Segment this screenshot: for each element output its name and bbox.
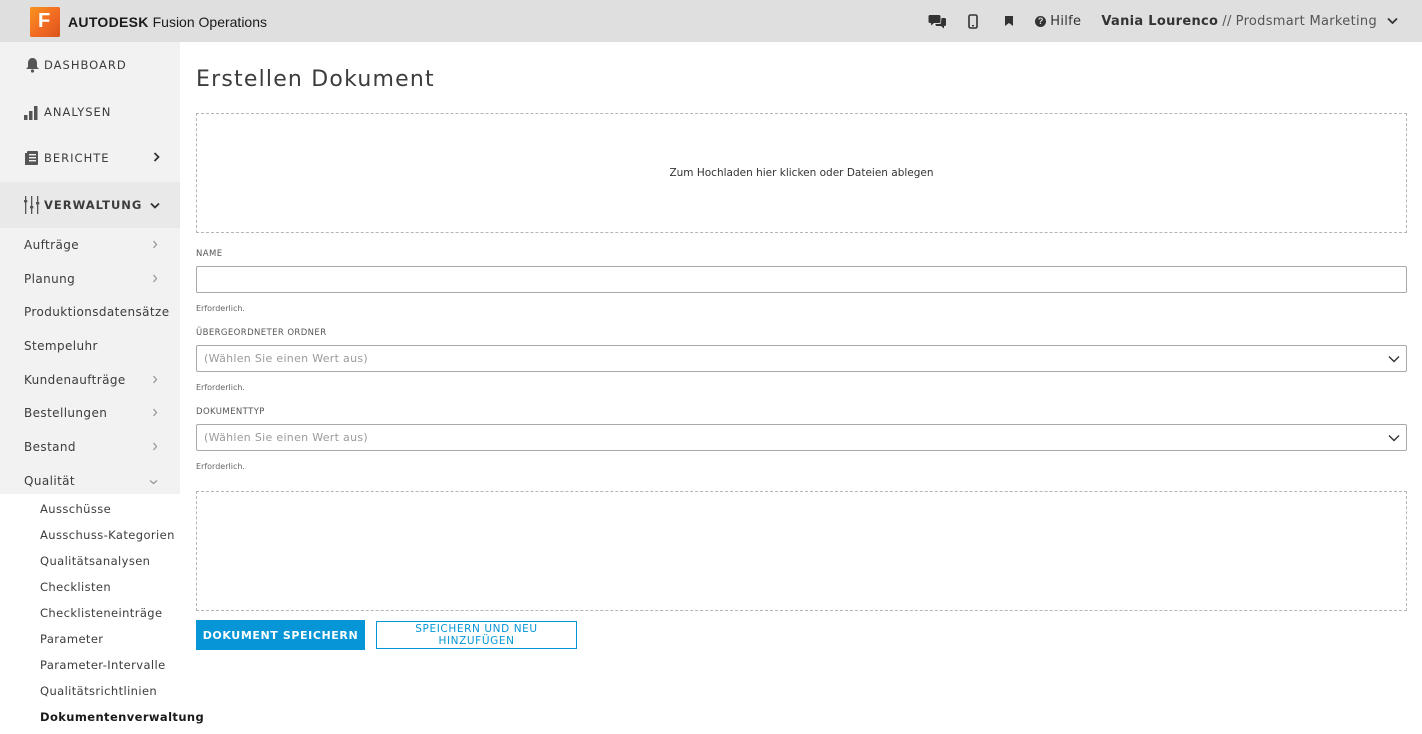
sidebar-item-label: Stempeluhr	[24, 338, 98, 353]
form-actions: DOKUMENT SPEICHERN SPEICHERN UND NEU HIN…	[196, 620, 1407, 650]
document-type-select[interactable]: (Wählen Sie einen Wert aus)	[196, 424, 1407, 451]
sidebar-item-label: Bestellungen	[24, 406, 108, 421]
sidebar-item-label: Kundenaufträge	[24, 372, 126, 387]
sidebar-item-label: Bestand	[24, 439, 76, 454]
parent-folder-label: ÜBERGEORDNETER ORDNER	[196, 328, 327, 338]
report-icon	[24, 149, 40, 167]
sidebar-item-qualitaetsanalysen[interactable]: Qualitätsanalysen	[0, 548, 180, 574]
sidebar-item-berichte[interactable]: BERICHTE	[0, 135, 180, 182]
sidebar: DASHBOARD ANALYSEN BERICHTE VERWALTUNG A…	[0, 42, 204, 734]
sidebar-item-bestand[interactable]: Bestand	[0, 430, 180, 464]
document-type-required-hint: Erforderlich.	[196, 462, 245, 471]
sidebar-item-planung[interactable]: Planung	[0, 262, 180, 296]
chevron-right-icon	[152, 373, 158, 387]
sidebar-item-stempeluhr[interactable]: Stempeluhr	[0, 329, 180, 363]
save-document-button[interactable]: DOKUMENT SPEICHERN	[196, 620, 365, 650]
upload-instructions: Zum Hochladen hier klicken oder Dateien …	[669, 167, 934, 179]
sidebar-item-analysen[interactable]: ANALYSEN	[0, 89, 180, 136]
help-icon: ?	[1035, 15, 1047, 27]
user-name: Vania Lourenco	[1101, 13, 1219, 29]
name-label: NAME	[196, 249, 223, 259]
sidebar-item-label: Produktionsdatensätze	[24, 305, 170, 320]
chevron-down-icon	[1388, 432, 1400, 445]
user-menu[interactable]: Vania Lourenco // Prodsmart Marketing	[1101, 14, 1398, 29]
brand-name: AUTODESK	[68, 14, 149, 30]
sidebar-item-label: Planung	[24, 271, 76, 286]
sidebar-item-qualitaetsrichtlinien[interactable]: Qualitätsrichtlinien	[0, 678, 180, 704]
sidebar-item-produktionsdatensaetze[interactable]: Produktionsdatensätze	[0, 295, 180, 329]
bell-icon	[24, 56, 40, 74]
sidebar-item-ausschuss-kategorien[interactable]: Ausschuss-Kategorien	[0, 522, 180, 548]
chevron-right-icon	[152, 440, 158, 454]
product-name: Fusion Operations	[152, 14, 268, 30]
fusion-logo-icon: F	[30, 7, 60, 37]
chevron-down-icon	[150, 198, 160, 212]
help-link[interactable]: ? Hilfe	[1035, 14, 1081, 29]
file-upload-dropzone[interactable]: Zum Hochladen hier klicken oder Dateien …	[196, 113, 1407, 233]
sidebar-item-auftraege[interactable]: Aufträge	[0, 228, 180, 262]
save-and-add-new-button[interactable]: SPEICHERN UND NEU HINZUFÜGEN	[376, 621, 577, 649]
sidebar-item-qualitaet[interactable]: Qualität	[0, 464, 180, 498]
sidebar-item-bestellungen[interactable]: Bestellungen	[0, 396, 180, 430]
chat-icon[interactable]	[927, 11, 947, 31]
sidebar-item-parameter[interactable]: Parameter	[0, 626, 180, 652]
sidebar-item-dokumentenverwaltung[interactable]: Dokumentenverwaltung	[0, 704, 204, 730]
sidebar-item-label: Qualität	[24, 473, 76, 488]
chevron-right-icon	[153, 151, 160, 165]
sidebar-item-checklisteneintraege[interactable]: Checklisteneinträge	[0, 600, 180, 626]
user-separator: //	[1222, 13, 1232, 29]
sidebar-item-label: VERWALTUNG	[44, 197, 143, 212]
sidebar-item-ausschuesse[interactable]: Ausschüsse	[0, 496, 180, 522]
sidebar-item-kundenauftraege[interactable]: Kundenaufträge	[0, 363, 180, 397]
chevron-down-icon	[1387, 17, 1398, 25]
document-preview-area	[196, 491, 1407, 611]
sliders-icon	[24, 195, 40, 214]
page-title: Erstellen Dokument	[196, 67, 435, 92]
top-bar: F AUTODESK Fusion Operations ? Hilfe Van…	[0, 0, 1422, 42]
sidebar-item-checklisten[interactable]: Checklisten	[0, 574, 180, 600]
document-type-label: DOKUMENTTYP	[196, 407, 265, 417]
chevron-right-icon	[152, 406, 158, 420]
app-title: AUTODESK Fusion Operations	[68, 14, 267, 30]
topbar-actions: ? Hilfe Vania Lourenco // Prodsmart Mark…	[927, 0, 1398, 42]
document-type-placeholder: (Wählen Sie einen Wert aus)	[204, 431, 368, 444]
chevron-down-icon	[1388, 353, 1400, 366]
main-content: Erstellen Dokument Zum Hochladen hier kl…	[196, 42, 1407, 650]
bookmark-icon[interactable]	[999, 11, 1019, 31]
mobile-icon[interactable]	[963, 11, 983, 31]
help-label: Hilfe	[1050, 13, 1082, 29]
parent-folder-select[interactable]: (Wählen Sie einen Wert aus)	[196, 345, 1407, 372]
sidebar-item-label: Aufträge	[24, 237, 80, 252]
sidebar-nav: DASHBOARD ANALYSEN BERICHTE VERWALTUNG A…	[0, 42, 180, 494]
chevron-right-icon	[152, 272, 158, 286]
sidebar-item-label: BERICHTE	[44, 151, 110, 166]
sidebar-item-label: ANALYSEN	[44, 104, 112, 119]
chevron-right-icon	[152, 238, 158, 252]
parent-folder-required-hint: Erforderlich.	[196, 383, 245, 392]
bar-chart-icon	[24, 103, 40, 121]
sidebar-item-parameter-intervalle[interactable]: Parameter-Intervalle	[0, 652, 180, 678]
app-logo[interactable]: F AUTODESK Fusion Operations	[30, 7, 267, 37]
sidebar-item-label: DASHBOARD	[44, 58, 127, 73]
sidebar-item-verwaltung[interactable]: VERWALTUNG	[0, 181, 180, 228]
chevron-down-icon	[149, 474, 158, 488]
name-required-hint: Erforderlich.	[196, 304, 245, 313]
organization-name: Prodsmart Marketing	[1235, 13, 1377, 29]
quality-submenu: Ausschüsse Ausschuss-Kategorien Qualität…	[0, 494, 204, 730]
sidebar-item-dashboard[interactable]: DASHBOARD	[0, 42, 180, 89]
name-input[interactable]	[196, 266, 1407, 293]
parent-folder-placeholder: (Wählen Sie einen Wert aus)	[204, 352, 368, 365]
